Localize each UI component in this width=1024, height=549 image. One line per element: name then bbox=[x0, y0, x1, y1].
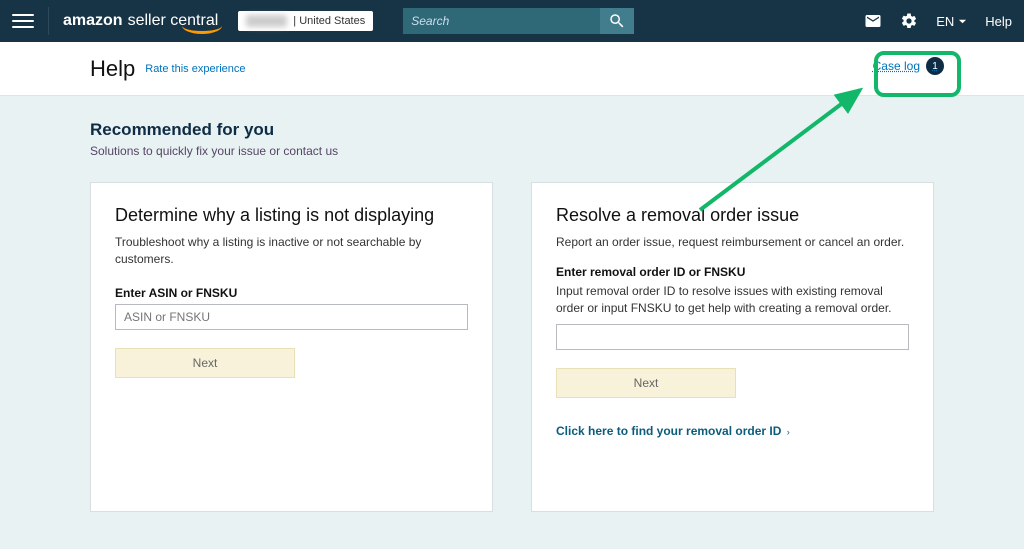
asin-fnsku-input[interactable] bbox=[115, 304, 468, 330]
marketplace-masked: ——— bbox=[246, 15, 287, 27]
chevron-right-icon: › bbox=[787, 427, 790, 437]
card1-label: Enter ASIN or FNSKU bbox=[115, 286, 468, 300]
content-area: Recommended for you Solutions to quickly… bbox=[0, 96, 1024, 512]
nav-divider bbox=[48, 7, 49, 35]
gear-icon[interactable] bbox=[900, 12, 918, 30]
card2-title: Resolve a removal order issue bbox=[556, 205, 909, 226]
chevron-down-icon bbox=[958, 17, 967, 26]
search-input[interactable] bbox=[403, 8, 599, 34]
marketplace-selector[interactable]: ——— | United States bbox=[238, 11, 373, 31]
case-log-badge: 1 bbox=[926, 57, 944, 75]
card-listing-not-displaying: Determine why a listing is not displayin… bbox=[90, 182, 493, 512]
card2-desc: Report an order issue, request reimburse… bbox=[556, 234, 909, 251]
language-selector[interactable]: EN bbox=[936, 14, 967, 29]
card2-label: Enter removal order ID or FNSKU bbox=[556, 265, 909, 279]
search-wrap bbox=[403, 8, 633, 34]
language-label: EN bbox=[936, 14, 954, 29]
card1-desc: Troubleshoot why a listing is inactive o… bbox=[115, 234, 468, 268]
brand-logo[interactable]: amazon seller central bbox=[63, 12, 224, 30]
cards-row: Determine why a listing is not displayin… bbox=[90, 182, 934, 512]
brand-amazon-text: amazon bbox=[63, 12, 123, 30]
recommended-subtitle: Solutions to quickly fix your issue or c… bbox=[90, 144, 934, 158]
case-log-label: Case log bbox=[873, 59, 920, 73]
search-button[interactable] bbox=[600, 8, 634, 34]
amazon-smile-icon bbox=[182, 24, 222, 34]
removal-order-input[interactable] bbox=[556, 324, 909, 350]
rate-experience-link[interactable]: Rate this experience bbox=[145, 63, 245, 75]
case-log-link[interactable]: Case log 1 bbox=[873, 57, 944, 75]
card2-next-button[interactable]: Next bbox=[556, 368, 736, 398]
find-removal-id-link[interactable]: Click here to find your removal order ID… bbox=[556, 424, 909, 438]
search-icon bbox=[608, 12, 626, 30]
recommended-heading: Recommended for you bbox=[90, 120, 934, 140]
help-bar: Help Rate this experience Case log 1 bbox=[0, 42, 1024, 96]
mail-icon[interactable] bbox=[864, 12, 882, 30]
topnav-right: EN Help bbox=[864, 12, 1012, 30]
topnav-help-link[interactable]: Help bbox=[985, 14, 1012, 29]
top-nav: amazon seller central ——— | United State… bbox=[0, 0, 1024, 42]
card-removal-order: Resolve a removal order issue Report an … bbox=[531, 182, 934, 512]
card1-next-button[interactable]: Next bbox=[115, 348, 295, 378]
find-removal-id-text: Click here to find your removal order ID bbox=[556, 424, 781, 438]
card2-hint: Input removal order ID to resolve issues… bbox=[556, 283, 909, 317]
menu-icon[interactable] bbox=[12, 10, 34, 32]
card1-title: Determine why a listing is not displayin… bbox=[115, 205, 468, 226]
marketplace-country: | United States bbox=[293, 15, 365, 27]
page-title: Help bbox=[90, 56, 135, 82]
